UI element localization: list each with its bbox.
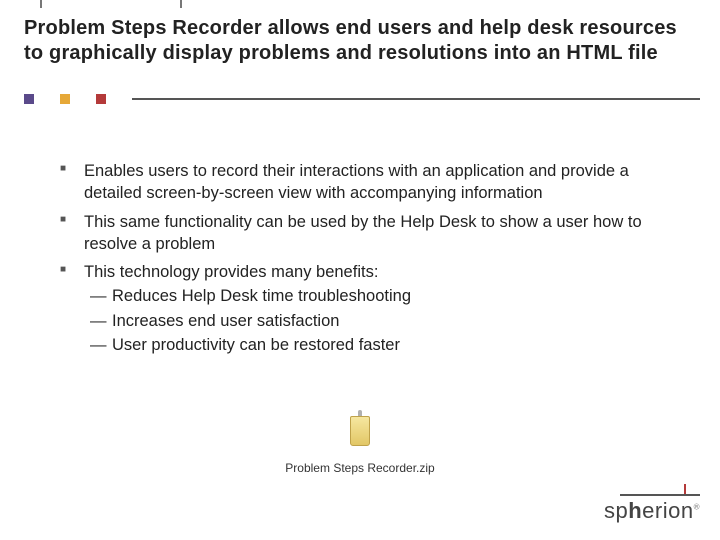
list-item: This technology provides many benefits: …	[56, 261, 684, 356]
accent-square-red	[96, 94, 106, 104]
list-item: Enables users to record their interactio…	[56, 160, 684, 205]
attachment-filename: Problem Steps Recorder.zip	[260, 461, 460, 475]
brand-logo: spherion®	[604, 494, 700, 524]
slide-body: Enables users to record their interactio…	[56, 160, 684, 362]
logo-rule	[620, 494, 700, 496]
slide-title: Problem Steps Recorder allows end users …	[24, 16, 700, 66]
logo-prefix: sp	[604, 498, 628, 523]
logo-tick	[684, 484, 686, 494]
logo-text: spherion®	[604, 498, 700, 523]
accent-square-orange	[60, 94, 70, 104]
zip-file-icon	[346, 410, 374, 450]
sub-bullet-text: Reduces Help Desk time troubleshooting	[112, 287, 411, 305]
sub-bullet-text: User productivity can be restored faster	[112, 336, 400, 354]
attachment[interactable]: Problem Steps Recorder.zip	[260, 410, 460, 475]
title-rule	[132, 98, 700, 100]
accent-row	[24, 94, 700, 104]
slide-top-ticks	[0, 0, 720, 8]
list-item: Increases end user satisfaction	[84, 310, 684, 332]
accent-square-purple	[24, 94, 34, 104]
tick-mark	[40, 0, 42, 8]
bullet-text: This technology provides many benefits:	[84, 263, 378, 281]
registered-mark: ®	[694, 503, 700, 512]
list-item: User productivity can be restored faster	[84, 334, 684, 356]
logo-suffix: erion	[642, 498, 693, 523]
slide: Problem Steps Recorder allows end users …	[0, 0, 720, 540]
sub-bullet-text: Increases end user satisfaction	[112, 312, 339, 330]
bullet-text: This same functionality can be used by t…	[84, 213, 642, 253]
title-area: Problem Steps Recorder allows end users …	[24, 16, 700, 66]
sub-list: Reduces Help Desk time troubleshooting I…	[84, 285, 684, 356]
logo-bold: h	[628, 498, 642, 523]
tick-mark	[180, 0, 182, 8]
list-item: This same functionality can be used by t…	[56, 211, 684, 256]
list-item: Reduces Help Desk time troubleshooting	[84, 285, 684, 307]
bullet-text: Enables users to record their interactio…	[84, 162, 629, 202]
bullet-list: Enables users to record their interactio…	[56, 160, 684, 356]
